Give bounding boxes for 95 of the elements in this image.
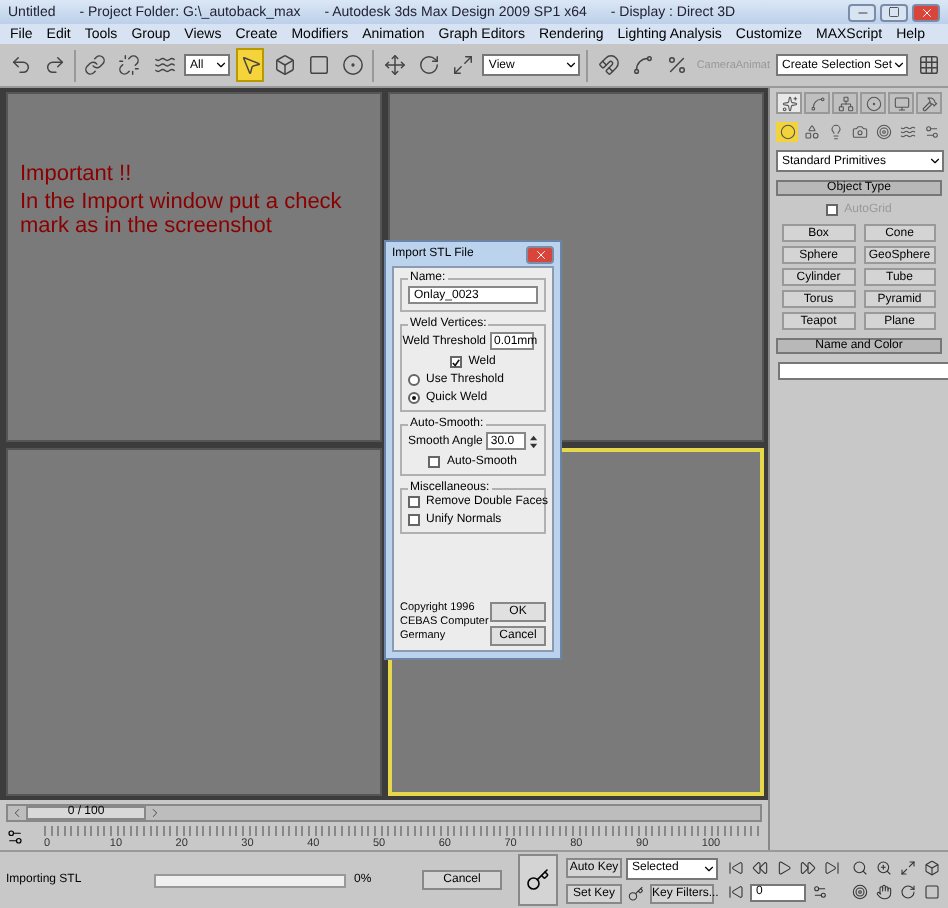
checkbox[interactable] [450, 356, 463, 368]
monitor-icon [893, 95, 909, 111]
shapes-button[interactable] [800, 122, 822, 142]
caret-icon [702, 861, 716, 875]
caret-icon [214, 58, 229, 72]
play-button[interactable] [774, 858, 794, 878]
hand-icon [876, 884, 892, 900]
create-tab[interactable] [776, 92, 802, 114]
rotate-icon [417, 54, 440, 76]
caret-icon [928, 154, 942, 168]
skip-back-icon [728, 860, 744, 876]
rewind-icon [752, 860, 768, 876]
display-tab[interactable] [888, 92, 914, 114]
cube-icon [924, 860, 940, 876]
caret-icon [892, 58, 907, 72]
search-icon [852, 860, 868, 876]
checkbox[interactable] [428, 456, 441, 468]
rotate-icon [900, 884, 916, 900]
geometry-button[interactable] [776, 122, 798, 142]
checkbox[interactable] [408, 514, 420, 526]
bulb-icon [827, 124, 843, 140]
move-icon [383, 54, 406, 76]
link-icon [84, 54, 107, 76]
close-button[interactable] [526, 245, 554, 263]
zoom-extents-all-button[interactable] [922, 858, 942, 878]
caret-icon [564, 58, 579, 72]
grid-icon [917, 54, 940, 76]
close-icon [919, 5, 933, 19]
select-button[interactable] [236, 48, 265, 82]
space-warps-button[interactable] [896, 122, 918, 142]
camera-icon [851, 124, 867, 140]
hammer-icon [921, 95, 937, 111]
utilities-tab[interactable] [916, 92, 942, 114]
cube-icon [273, 54, 296, 76]
previous-key-button[interactable] [750, 858, 770, 878]
minimize-button[interactable] [848, 3, 876, 21]
circle-icon [779, 124, 795, 140]
zoom-in-icon [876, 860, 892, 876]
close-button[interactable] [912, 3, 940, 21]
key-mode-button[interactable] [518, 854, 558, 906]
key-icon [628, 885, 644, 901]
redo-icon [43, 54, 66, 76]
curve-icon [809, 95, 825, 111]
skip-back-icon [728, 884, 744, 900]
sparkle-icon [781, 95, 797, 111]
go-to-start-button[interactable] [726, 858, 746, 878]
note-text: In the Import window put a check mark as in the screenshot [20, 190, 344, 238]
skip-forward-icon [824, 860, 840, 876]
radio-button[interactable] [408, 374, 420, 386]
zoom-all-button[interactable] [874, 858, 894, 878]
checkbox[interactable] [408, 496, 420, 508]
curve-icon [631, 54, 654, 76]
key-filter-toggle[interactable] [626, 883, 646, 903]
pointer-icon [239, 54, 262, 76]
expand-icon [900, 860, 916, 876]
note-heading: Important !! [20, 162, 132, 186]
maximize-button[interactable] [880, 3, 908, 21]
modify-tab[interactable] [804, 92, 830, 114]
zoom-extents-button[interactable] [898, 858, 918, 878]
square-icon [924, 884, 940, 900]
helpers-button[interactable] [872, 122, 894, 142]
wave-icon [153, 54, 175, 76]
percent-icon [665, 54, 688, 76]
go-to-end-button[interactable] [822, 858, 842, 878]
curve-editor-icon [6, 828, 24, 846]
magnet-icon [597, 54, 620, 76]
rectangle-icon [307, 54, 330, 76]
next-key-button[interactable] [798, 858, 818, 878]
fast-forward-icon [800, 860, 816, 876]
orbit-button[interactable] [898, 882, 918, 902]
wave-icon [899, 124, 915, 140]
hierarchy-icon [837, 95, 853, 111]
zoom-button[interactable] [850, 858, 870, 878]
unlink-icon [118, 54, 141, 76]
motion-tab[interactable] [860, 92, 886, 114]
field-of-view-button[interactable] [850, 882, 870, 902]
undo-icon [9, 54, 32, 76]
cameras-button[interactable] [848, 122, 870, 142]
close-icon [533, 247, 547, 261]
scale-icon [451, 54, 474, 76]
radio-button[interactable] [408, 392, 420, 404]
play-icon [776, 860, 792, 876]
target-icon [341, 54, 364, 76]
pan-button[interactable] [874, 882, 894, 902]
key-icon [526, 868, 550, 892]
spinner-arrows-icon[interactable] [530, 433, 538, 449]
gear-icon [812, 884, 828, 900]
target-icon [852, 884, 868, 900]
shapes-icon [803, 124, 819, 140]
time-config-button[interactable] [810, 882, 830, 902]
hierarchy-tab[interactable] [832, 92, 858, 114]
maximize-icon [888, 6, 900, 18]
key-mode-toggle[interactable] [726, 882, 746, 902]
gear-icon [923, 124, 939, 140]
systems-button[interactable] [920, 122, 942, 142]
